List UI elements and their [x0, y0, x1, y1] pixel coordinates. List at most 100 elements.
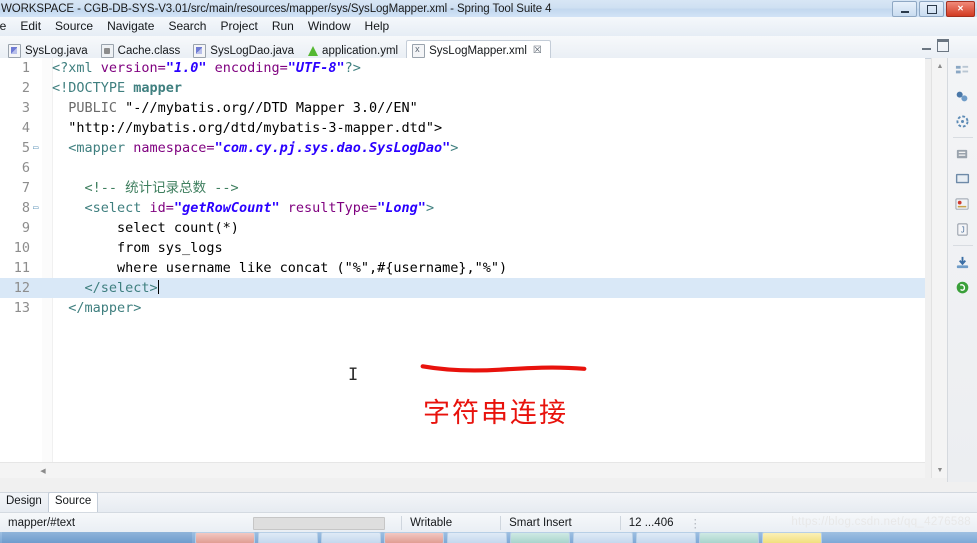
code-line-text: <?xml version="1.0" encoding="UTF-8"?>	[52, 58, 361, 78]
code-fold-icon[interactable]	[33, 205, 40, 212]
menu-item-file[interactable]: File	[0, 18, 13, 35]
snippets-icon[interactable]: J	[954, 220, 972, 238]
status-path: mapper/#text	[8, 517, 76, 529]
code-token: "1.0"	[165, 60, 207, 76]
taskbar-item[interactable]	[762, 532, 822, 543]
taskbar-item[interactable]	[699, 532, 759, 543]
code-line-text: where username like concat ("%",#{userna…	[52, 258, 507, 278]
status-overflow-icon[interactable]: ⋮	[682, 516, 711, 530]
code-token: </mapper>	[52, 300, 142, 316]
taskbar-item[interactable]	[258, 532, 318, 543]
vertical-scrollbar[interactable]: ▲ ▼	[931, 58, 948, 478]
menu-item-project[interactable]: Project	[213, 18, 264, 35]
maximize-button[interactable]	[919, 1, 944, 17]
editor-tab-label: SysLog.java	[25, 44, 88, 57]
menu-item-window[interactable]: Window	[301, 18, 358, 35]
code-line-text: <select id="getRowCount" resultType="Lon…	[52, 198, 435, 218]
taskbar-item[interactable]	[636, 532, 696, 543]
xml-file-icon	[412, 43, 426, 58]
code-line[interactable]: 8 <select id="getRowCount" resultType="L…	[0, 198, 925, 218]
menu-item-source[interactable]: Source	[48, 18, 100, 35]
window-controls: ✕	[892, 1, 975, 17]
line-number: 6	[21, 160, 30, 176]
code-line[interactable]: 13 </mapper>	[0, 298, 925, 318]
stsapp-window: WORKSPACE - CGB-DB-SYS-V3.01/src/main/re…	[0, 0, 977, 543]
code-line[interactable]: 12 </select>	[0, 278, 925, 298]
menu-item-edit[interactable]: Edit	[13, 18, 48, 35]
tab-close-icon[interactable]: ☒	[533, 45, 542, 56]
minimize-button[interactable]	[892, 1, 917, 17]
taskbar-item[interactable]	[573, 532, 633, 543]
code-token: >	[425, 200, 435, 216]
beans-icon[interactable]	[954, 87, 972, 105]
menu-item-search[interactable]: Search	[161, 18, 213, 35]
code-line-text: <mapper namespace="com.cy.pj.sys.dao.Sys…	[52, 138, 458, 158]
code-line-text: PUBLIC "-//mybatis.org//DTD Mapper 3.0//…	[52, 98, 418, 118]
scroll-up-icon[interactable]: ▲	[932, 58, 948, 74]
panel-minimize-icon[interactable]	[922, 48, 931, 50]
code-line[interactable]: 6	[0, 158, 925, 178]
line-number: 4	[21, 120, 30, 136]
code-token: "Long"	[377, 200, 426, 216]
panel-maximize-icon[interactable]	[937, 39, 949, 52]
editor-tab-syslogmapper-xml[interactable]: SysLogMapper.xml ☒	[406, 40, 551, 60]
right-view-rail: J	[947, 58, 977, 482]
code-line[interactable]: 11 where username like concat ("%",#{use…	[0, 258, 925, 278]
scroll-left-icon[interactable]: ◀	[36, 463, 50, 478]
horizontal-scrollbar[interactable]: ◀	[0, 462, 925, 478]
watermark-text: https://blog.csdn.net/qq_4276588	[791, 516, 971, 528]
code-line[interactable]: 3 PUBLIC "-//mybatis.org//DTD Mapper 3.0…	[0, 98, 925, 118]
status-cursor-position: 12 ...406	[628, 517, 674, 529]
code-line-text: </select>	[52, 278, 159, 298]
svg-text:J: J	[961, 225, 966, 234]
code-line[interactable]: 7 <!-- 统计记录总数 -->	[0, 178, 925, 198]
code-line[interactable]: 1 <?xml version="1.0" encoding="UTF-8"?>	[0, 58, 925, 78]
code-token: select count(*)	[52, 220, 239, 236]
line-number: 11	[13, 260, 30, 276]
tab-design[interactable]: Design	[0, 493, 48, 513]
line-number: 5	[21, 140, 30, 156]
mouse-ibeam-cursor: I	[348, 365, 359, 385]
taskbar-item[interactable]	[447, 532, 507, 543]
task-list-icon[interactable]	[954, 145, 972, 163]
menu-item-navigate[interactable]: Navigate	[100, 18, 161, 35]
boot-dashboard-icon[interactable]	[954, 278, 972, 296]
code-line[interactable]: 2 <!DOCTYPE mapper	[0, 78, 925, 98]
code-token: version=	[100, 60, 166, 76]
code-token: "com.cy.pj.sys.dao.SysLogDao"	[214, 140, 451, 156]
code-line[interactable]: 10 from sys_logs	[0, 238, 925, 258]
taskbar-item[interactable]	[321, 532, 381, 543]
taskbar-item[interactable]	[195, 532, 255, 543]
editor-panel-controls	[922, 39, 949, 52]
code-line[interactable]: 4 "http://mybatis.org/dtd/mybatis-3-mapp…	[0, 118, 925, 138]
code-editor[interactable]: 1 <?xml version="1.0" encoding="UTF-8"?> 2…	[0, 58, 925, 478]
menu-item-help[interactable]: Help	[358, 18, 397, 35]
code-line-text: "http://mybatis.org/dtd/mybatis-3-mapper…	[52, 118, 442, 138]
java-file-icon	[8, 43, 21, 58]
code-line[interactable]: 5 <mapper namespace="com.cy.pj.sys.dao.S…	[0, 138, 925, 158]
yml-file-icon	[307, 45, 319, 57]
code-token: "http://mybatis.org/dtd/mybatis-3-mapper…	[52, 120, 443, 136]
line-number: 2	[21, 80, 30, 96]
properties-icon[interactable]	[954, 195, 972, 213]
taskbar-item[interactable]	[510, 532, 570, 543]
code-token: id=	[149, 200, 174, 216]
line-number: 12	[13, 280, 30, 296]
outline-icon[interactable]	[954, 62, 972, 80]
download-icon[interactable]	[954, 253, 972, 271]
tab-source[interactable]: Source	[47, 492, 99, 513]
code-fold-icon[interactable]	[33, 145, 40, 152]
menu-item-run[interactable]: Run	[265, 18, 301, 35]
taskbar-start-region[interactable]	[2, 532, 192, 543]
code-line[interactable]: 9 select count(*)	[0, 218, 925, 238]
code-token: <select	[52, 200, 150, 216]
spring-explorer-icon[interactable]	[954, 112, 972, 130]
taskbar-item[interactable]	[384, 532, 444, 543]
line-number: 8	[21, 200, 30, 216]
close-button[interactable]: ✕	[946, 1, 975, 17]
console-icon[interactable]	[954, 170, 972, 188]
scroll-down-icon[interactable]: ▼	[932, 462, 948, 478]
minimize-icon	[900, 10, 909, 13]
code-token: <?xml	[52, 60, 101, 76]
code-token: "getRowCount"	[173, 200, 280, 216]
